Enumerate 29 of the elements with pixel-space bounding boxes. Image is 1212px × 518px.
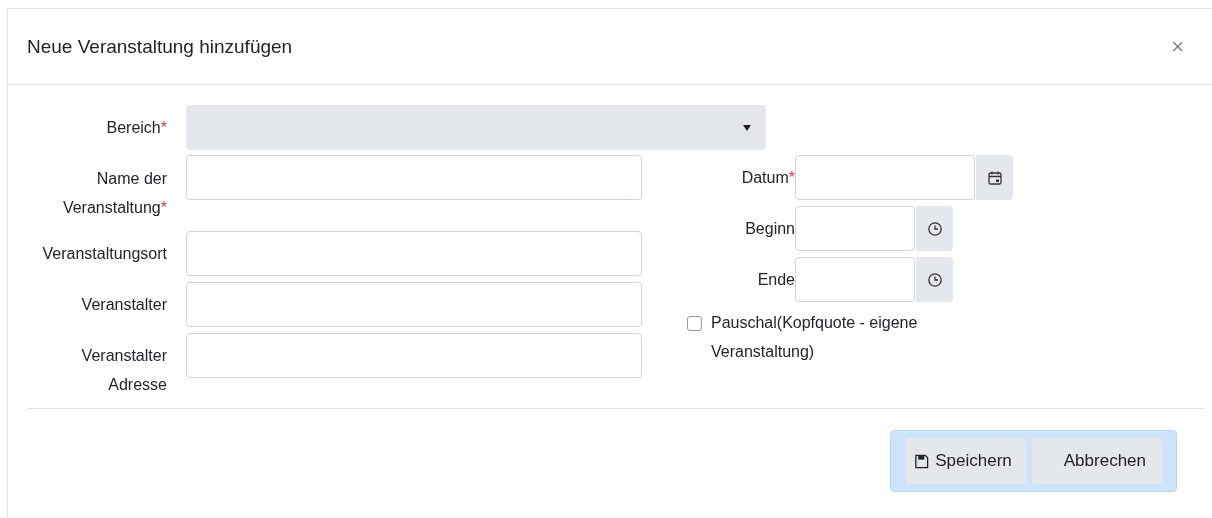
input-field[interactable] <box>795 155 975 200</box>
input-field[interactable] <box>186 155 642 200</box>
input-field[interactable] <box>186 282 642 327</box>
input-field[interactable] <box>795 206 915 251</box>
input-field[interactable] <box>186 333 642 378</box>
checkbox-label: Pauschal(Kopfquote - eigene Veranstaltung) <box>711 313 919 362</box>
field-label: Beginn <box>744 219 795 238</box>
calendar-button[interactable] <box>976 155 1013 200</box>
field-label: Veranstalter <box>80 295 167 315</box>
area-select[interactable] <box>186 105 766 150</box>
caret-icon <box>742 124 752 131</box>
clock-icon <box>926 271 943 288</box>
field-label: Datum* <box>740 168 795 187</box>
clock-button[interactable] <box>916 257 953 302</box>
cancel-button[interactable]: Abbrechen <box>1031 438 1162 484</box>
input-field[interactable] <box>795 257 915 302</box>
clock-button[interactable] <box>916 206 953 251</box>
save-button[interactable]: Speichern <box>906 438 1026 484</box>
clock-icon <box>926 220 943 237</box>
dialog-title: Neue Veranstaltung hinzufügen <box>27 35 293 58</box>
checkbox[interactable] <box>687 316 702 331</box>
field-label: Bereich* <box>105 118 167 138</box>
calendar-icon <box>986 169 1003 186</box>
field-label: Ende <box>756 270 795 289</box>
close-button[interactable]: × <box>1171 33 1184 60</box>
field-label: Name der Veranstaltung* <box>61 169 167 218</box>
input-field[interactable] <box>186 231 642 276</box>
field-label: Veranstaltungsort <box>41 244 167 264</box>
field-label: Veranstalter Adresse <box>80 346 167 395</box>
